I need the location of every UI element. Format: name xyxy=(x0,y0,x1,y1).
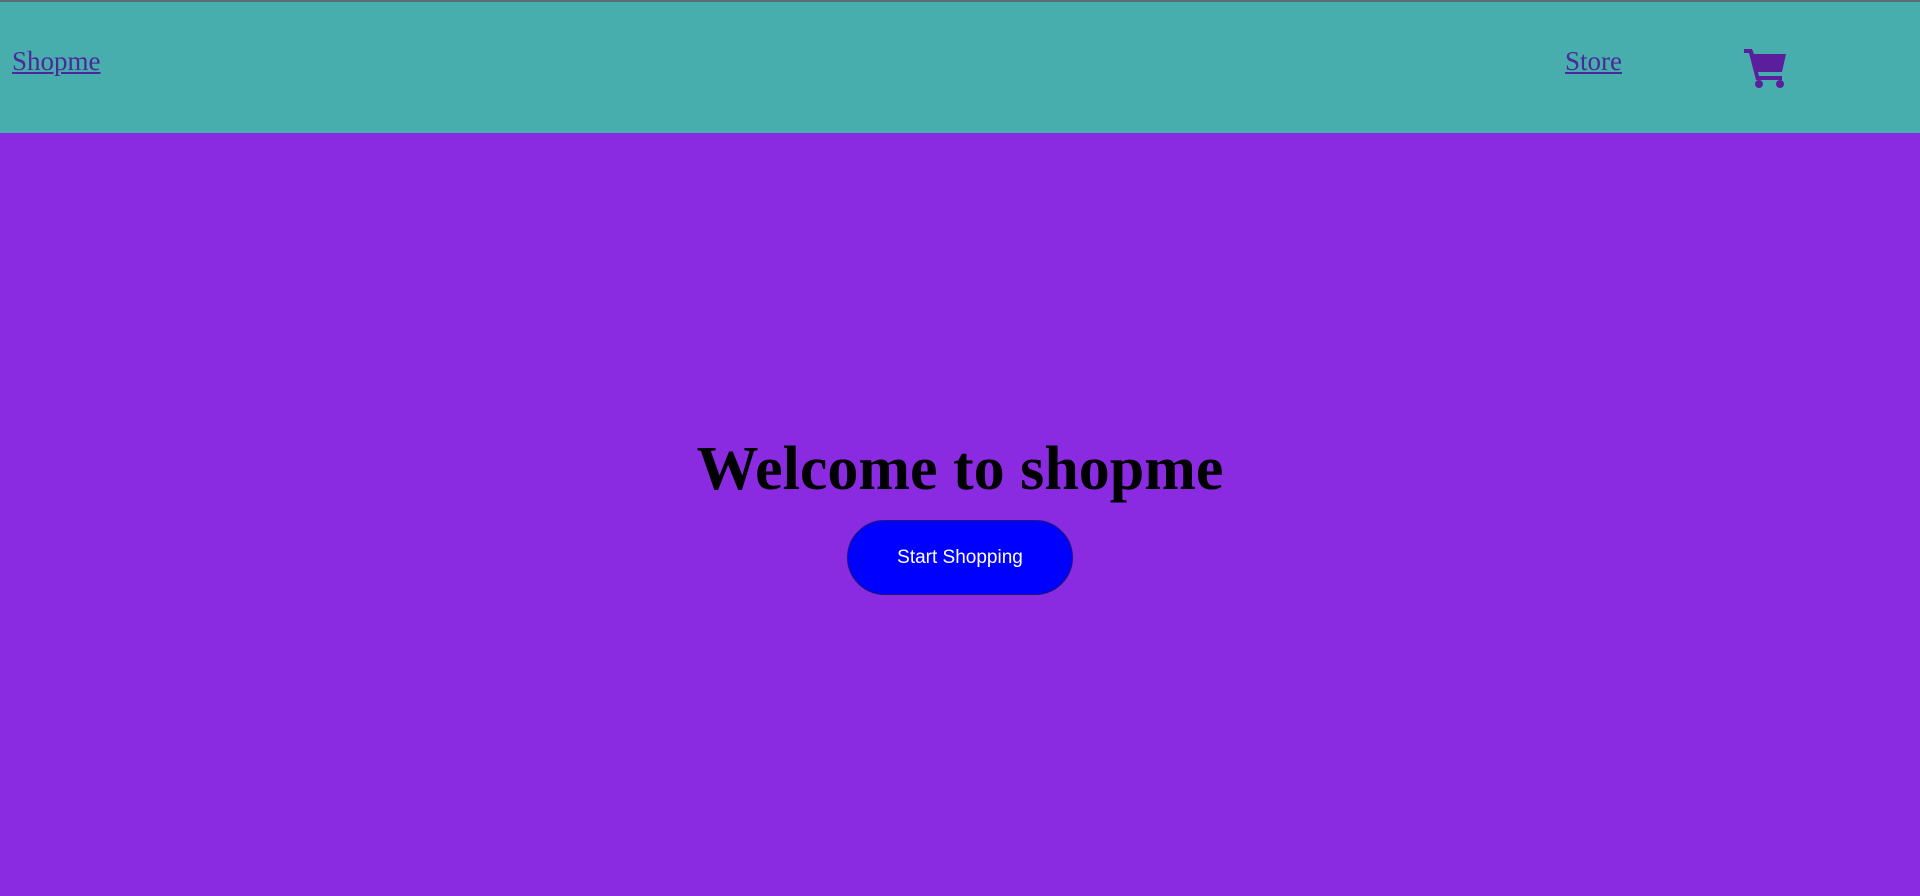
hero-title: Welcome to shopme xyxy=(696,435,1224,503)
hero-section: Welcome to shopme Start Shopping xyxy=(0,133,1920,896)
brand-link[interactable]: Shopme xyxy=(12,44,101,78)
shopping-cart-icon-svg xyxy=(1744,49,1786,88)
start-shopping-button[interactable]: Start Shopping xyxy=(847,520,1073,595)
store-link[interactable]: Store xyxy=(1565,44,1622,78)
navbar: Shopme Store xyxy=(0,0,1920,133)
shopping-cart-icon[interactable] xyxy=(1744,46,1788,88)
